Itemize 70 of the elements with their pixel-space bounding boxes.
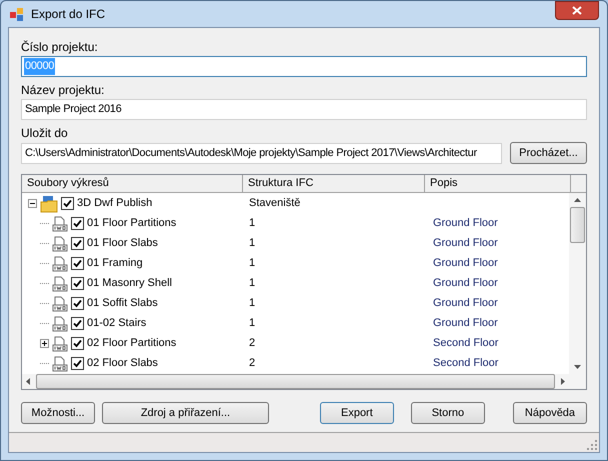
dwg-file-icon <box>52 276 68 292</box>
description-cell-text: Second Floor <box>432 356 498 372</box>
tree-item-label[interactable]: 01 Floor Slabs <box>87 235 158 252</box>
structure-cell-text: 1 <box>248 276 256 292</box>
checkbox[interactable] <box>71 297 84 310</box>
scroll-down-icon[interactable] <box>574 364 581 368</box>
app-icon <box>9 6 25 22</box>
description-cell-text: Ground Floor <box>432 296 498 312</box>
tree-item-label[interactable]: 02 Floor Slabs <box>87 355 158 372</box>
dialog-button[interactable]: Export <box>320 402 394 424</box>
dwg-file-icon <box>52 256 68 272</box>
checkbox[interactable] <box>61 197 74 210</box>
tree-item-label[interactable]: 01 Masonry Shell <box>87 275 172 292</box>
description-cell-text: Second Floor <box>432 336 498 352</box>
scroll-left-icon[interactable] <box>26 378 30 385</box>
checkbox[interactable] <box>71 217 84 230</box>
dwg-file-icon <box>52 236 68 252</box>
description-cell-text: Ground Floor <box>432 256 498 272</box>
dialog-button[interactable]: Storno <box>410 402 485 424</box>
structure-cell-text: 2 <box>248 336 256 352</box>
browse-button[interactable]: Procházet... <box>510 142 587 164</box>
checkbox[interactable] <box>71 277 84 290</box>
vertical-scrollbar[interactable] <box>569 192 586 374</box>
dwg-file-icon <box>52 336 68 352</box>
text-field[interactable]: C:\Users\Administrator\Documents\Autodesk\Moje projekty\Sample Project 2017\Views\Architectur <box>21 142 502 164</box>
dialog-button[interactable]: Možnosti... <box>21 402 96 424</box>
description-cell-text: Ground Floor <box>432 276 498 292</box>
close-button[interactable] <box>555 0 599 20</box>
checkbox[interactable] <box>71 237 84 250</box>
structure-cell-text: 2 <box>248 356 256 372</box>
text-field[interactable]: Sample Project 2016 <box>21 99 587 120</box>
expand-icon[interactable] <box>40 339 49 348</box>
checkbox[interactable] <box>71 317 84 330</box>
structure-cell-text: 1 <box>248 256 256 272</box>
tree-item-label[interactable]: 01 Framing <box>87 255 143 272</box>
tree-item-label[interactable]: 01-02 Stairs <box>87 315 146 332</box>
scroll-right-icon[interactable] <box>561 378 565 385</box>
tree-item-label[interactable]: 01 Soffit Slabs <box>87 295 158 312</box>
structure-cell-text: 1 <box>248 296 256 312</box>
checkbox[interactable] <box>71 357 84 370</box>
field-label: Číslo projektu: <box>21 39 99 54</box>
collapse-icon[interactable] <box>28 199 37 208</box>
dialog-button[interactable]: Nápověda <box>512 402 587 424</box>
dwg-file-icon <box>52 296 68 312</box>
folder-icon <box>40 194 58 212</box>
structure-cell-text: 1 <box>248 316 256 332</box>
structure-cell-text: Staveniště <box>248 196 302 212</box>
close-icon <box>572 6 582 14</box>
resize-grip-icon[interactable] <box>587 440 597 450</box>
description-cell-text: Ground Floor <box>432 216 498 232</box>
dwg-file-icon <box>52 356 68 372</box>
tree-item-label[interactable]: 3D Dwf Publish <box>77 195 152 212</box>
structure-cell-text: 1 <box>248 216 256 232</box>
column-header[interactable]: Popis <box>425 175 571 192</box>
structure-cell-text: 1 <box>248 236 256 252</box>
scroll-thumb[interactable] <box>570 206 585 242</box>
checkbox[interactable] <box>71 337 84 350</box>
dwg-file-icon <box>52 316 68 332</box>
description-cell-text: Ground Floor <box>432 316 498 332</box>
field-label: Název projektu: <box>21 82 106 97</box>
tree-item-label[interactable]: 02 Floor Partitions <box>87 335 176 352</box>
column-header[interactable]: Struktura IFC <box>243 175 425 192</box>
window-title: Export do IFC <box>31 6 106 23</box>
column-header[interactable]: Soubory výkresů <box>22 175 243 192</box>
dwg-file-icon <box>52 216 68 232</box>
checkbox[interactable] <box>71 257 84 270</box>
tree-item-label[interactable]: 01 Floor Partitions <box>87 215 176 232</box>
description-cell-text: Ground Floor <box>432 236 498 252</box>
field-label: Uložit do <box>21 125 69 140</box>
dialog-button[interactable]: Zdroj a přiřazení... <box>102 402 269 424</box>
